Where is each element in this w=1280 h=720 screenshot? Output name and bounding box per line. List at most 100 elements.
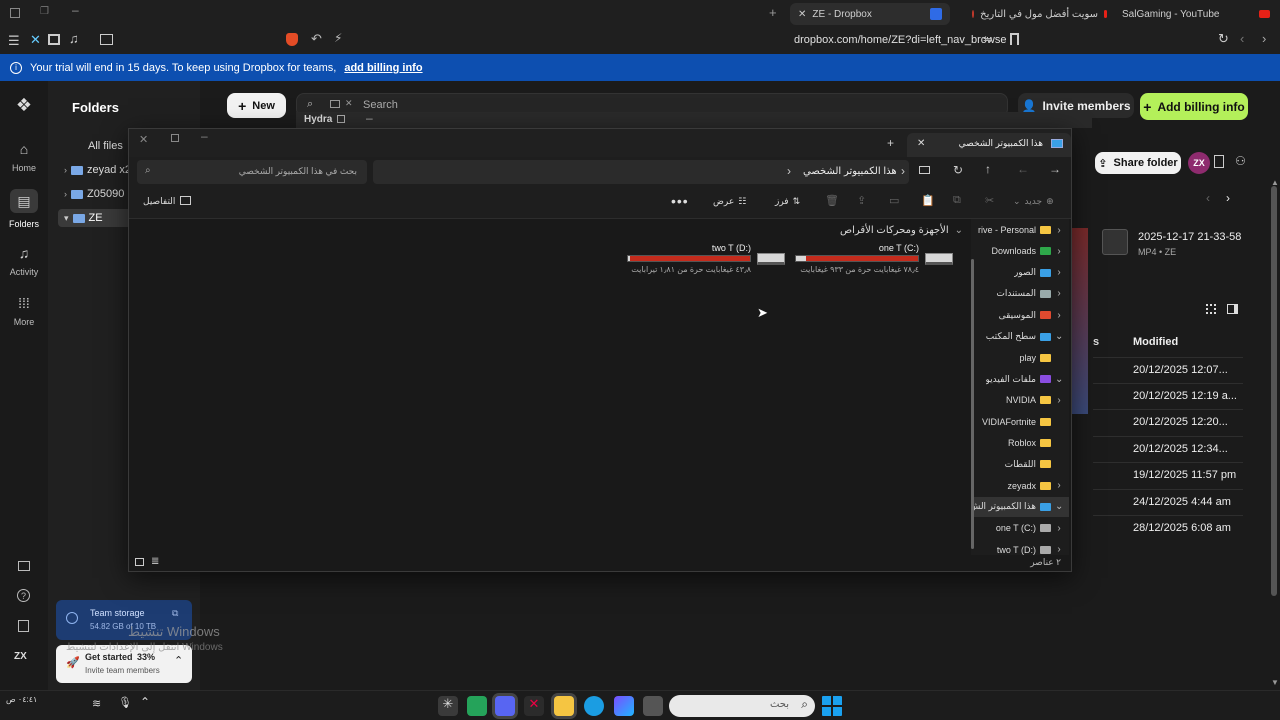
back-icon[interactable]: ‹ (1240, 31, 1244, 46)
list-view-icon[interactable]: ≣ (151, 556, 159, 567)
people-icon[interactable]: ⚇ (1235, 154, 1246, 168)
chevron-right-icon[interactable]: › (1055, 225, 1063, 236)
table-row[interactable]: 24/12/2025 4:44 am (1093, 489, 1243, 515)
restore-icon[interactable] (337, 115, 345, 123)
x-icon[interactable]: ✕ (30, 32, 41, 48)
windows-start-icon[interactable] (822, 696, 842, 716)
book-icon[interactable] (18, 620, 29, 632)
sort-button[interactable]: فرز ⇅ (775, 196, 800, 207)
scroll-up-icon[interactable]: ▲ (1271, 178, 1279, 187)
site-settings-icon[interactable]: ⇋ (983, 33, 992, 46)
billing-link[interactable]: add billing info (344, 62, 422, 74)
view-button[interactable]: عرض ☷ (713, 196, 746, 207)
paste-icon[interactable]: 📋 (921, 194, 935, 207)
dropbox-logo[interactable]: ❖ (14, 95, 34, 115)
discord-icon[interactable] (495, 696, 515, 716)
nav-item[interactable]: one T (C:) › (996, 518, 1063, 538)
copy-icon[interactable]: ⧉ (953, 194, 961, 207)
details-button[interactable]: التفاصيل (143, 196, 192, 207)
scroll-down-icon[interactable]: ▼ (1271, 678, 1279, 687)
all-files-link[interactable]: All files (88, 140, 123, 152)
nav-item[interactable]: rive - Personal › (978, 220, 1063, 240)
recent-file-card[interactable]: 2025-12-17 21-33-58 MP4 • ZE (1096, 222, 1241, 268)
modified-header[interactable]: Modified (1133, 336, 1178, 348)
minimize-icon[interactable]: – (201, 129, 208, 143)
reload-icon[interactable]: ↻ (1218, 31, 1229, 47)
rail-folders[interactable]: ▤ Folders (0, 189, 48, 229)
grid-view-icon[interactable] (1206, 304, 1216, 314)
taskbar-search[interactable]: بحث ⌕ (669, 695, 815, 717)
nav-item[interactable]: NVIDIA › (1006, 390, 1063, 410)
explorer-search[interactable]: ⌕ بحث في هذا الكمبيوتر الشخصي (137, 160, 367, 184)
chevron-right-icon[interactable]: › (1055, 480, 1063, 491)
new-button[interactable]: ⌄ جديد ⊕ (1013, 196, 1054, 207)
nav-scrollbar[interactable] (971, 259, 974, 549)
back-icon[interactable]: → (1049, 162, 1061, 176)
sidebar-icon[interactable] (48, 34, 60, 45)
shield-icon[interactable] (286, 33, 298, 46)
nav-item[interactable]: ملفات الفيديو ⌄ (986, 369, 1064, 389)
add-billing-button[interactable]: + Add billing info (1140, 93, 1248, 120)
table-row[interactable]: 20/12/2025 12:19 a... (1093, 383, 1243, 409)
app-icon[interactable]: ✳ (438, 696, 458, 716)
table-row[interactable]: 28/12/2025 6:08 am (1093, 515, 1243, 541)
undo-icon[interactable]: ↶ (311, 31, 322, 47)
chevron-right-icon[interactable]: › (1055, 395, 1063, 406)
whatsapp-icon[interactable] (467, 696, 487, 716)
table-row[interactable]: 20/12/2025 12:34... (1093, 436, 1243, 462)
document-icon[interactable] (1214, 155, 1224, 168)
chevron-right-icon[interactable]: › (1055, 544, 1063, 555)
devices-section-header[interactable]: الأجهزة ومحركات الأقراص ⌄ (829, 225, 963, 236)
close-icon[interactable]: ✕ (345, 98, 353, 109)
edge-icon[interactable] (584, 696, 604, 716)
table-row[interactable]: 20/12/2025 12:07... (1093, 357, 1243, 383)
chevron-up-icon[interactable]: ⌃ (140, 695, 150, 709)
close-icon[interactable]: ✕ (798, 9, 806, 20)
nav-item[interactable]: VIDIAFortnite (982, 412, 1063, 432)
rail-activity[interactable]: ♫ Activity (0, 245, 48, 277)
music-icon[interactable]: ♫ (69, 31, 79, 46)
chevron-right-icon[interactable]: › (1055, 267, 1063, 278)
bookmark-icon[interactable] (1010, 33, 1019, 45)
drive-tile[interactable]: one T (C:) ٧٨٫٤ غيغابايت حرة من ٩٣٣ غيغاب… (791, 241, 957, 281)
cut-icon[interactable]: ✂ (985, 194, 994, 207)
share-icon[interactable]: ⇪ (857, 194, 866, 207)
scrollbar[interactable] (1271, 186, 1277, 596)
folder-item[interactable]: › Z05090 (64, 188, 124, 200)
delete-icon[interactable]: 🗑 (825, 194, 839, 207)
square-icon[interactable] (10, 8, 20, 18)
desktop-icon[interactable] (18, 561, 30, 571)
window-icon[interactable] (643, 696, 663, 716)
wifi-icon[interactable]: ≋ (92, 697, 101, 710)
minimize-icon[interactable]: – (366, 111, 373, 125)
tab-mall[interactable]: سويت أفضل مول في التاريخ (972, 3, 1107, 25)
nav-item[interactable]: الموسيقى › (999, 305, 1063, 325)
avatar[interactable]: ZX (1188, 152, 1210, 174)
forward-icon[interactable]: ← (1017, 162, 1029, 176)
maximize-icon[interactable] (171, 134, 179, 142)
share-folder-button[interactable]: ⇪ Share folder (1095, 152, 1181, 174)
nav-item[interactable]: play (1019, 348, 1063, 368)
more-icon[interactable]: ••• (671, 193, 689, 209)
nav-item[interactable]: اللقطات (1005, 454, 1063, 474)
address-bar[interactable]: › هذا الكمبيوتر الشخصي › (373, 160, 909, 184)
chevron-down-icon[interactable]: ⌄ (1055, 374, 1063, 385)
explorer-tab[interactable]: ✕ هذا الكمبيوتر الشخصي (907, 133, 1071, 157)
nav-item[interactable]: المستندات › (996, 284, 1063, 304)
rail-more[interactable]: ⁞⁞⁞ More (0, 295, 48, 327)
chevron-right-icon[interactable]: › (1226, 191, 1230, 205)
chevron-right-icon[interactable]: › (1055, 288, 1063, 299)
chevron-right-icon[interactable]: › (1055, 310, 1063, 321)
close-icon[interactable]: ✕ (917, 138, 925, 149)
minimize-icon[interactable]: – (72, 3, 79, 17)
close-icon[interactable]: ✕ (139, 133, 148, 146)
new-tab-icon[interactable]: + (769, 5, 777, 20)
nav-item[interactable]: Roblox (1008, 433, 1063, 453)
chevron-up-icon[interactable]: ⌃ (174, 654, 183, 667)
url-text[interactable]: dropbox.com/home/ZE?di=left_nav_browse (794, 34, 1006, 46)
chevron-down-icon[interactable]: ⌄ (1055, 331, 1063, 342)
calendar-icon[interactable] (100, 34, 113, 45)
nav-item[interactable]: هذا الكمبيوتر الش ⌄ (973, 496, 1069, 517)
drive-tile[interactable]: two T (D:) ٤٣٫٨ غيغابايت حرة من ١٫٨١ تيرا… (623, 241, 789, 281)
table-row[interactable]: 20/12/2025 12:20... (1093, 409, 1243, 435)
